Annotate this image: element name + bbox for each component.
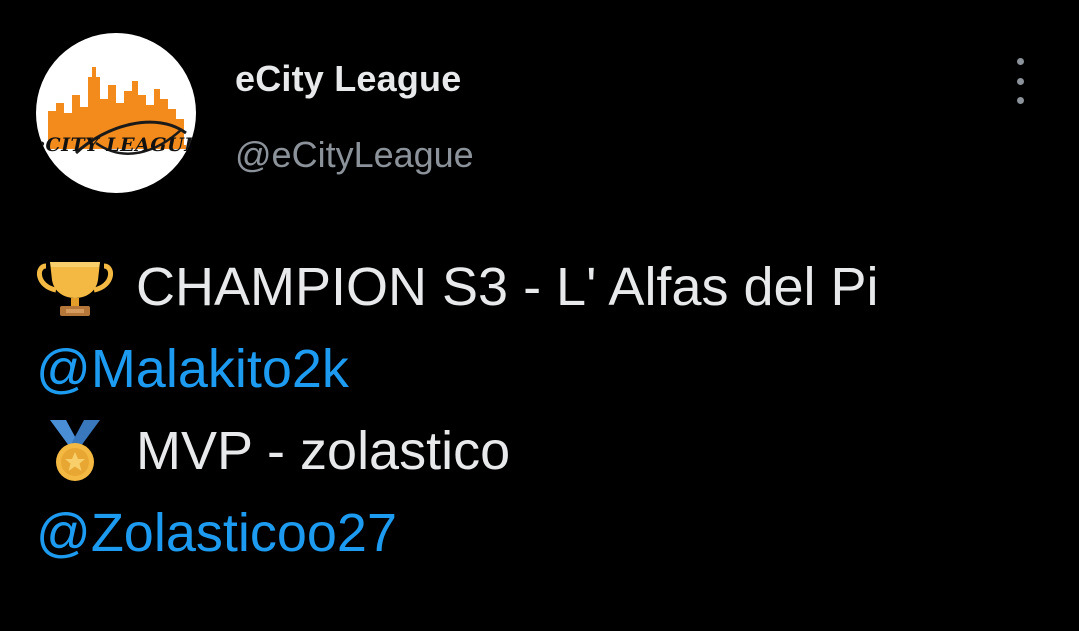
mention-link[interactable]: @Zolasticoo27 bbox=[36, 492, 397, 574]
more-dot bbox=[1016, 97, 1024, 104]
mvp-text: MVP - zolastico bbox=[136, 421, 511, 481]
tweet: eCITY LEAGUE eCity League @eCityLeague C… bbox=[0, 0, 1079, 631]
avatar[interactable]: eCITY LEAGUE bbox=[36, 33, 196, 193]
more-dot bbox=[1016, 58, 1024, 65]
more-dot bbox=[1016, 77, 1024, 85]
tweet-line-mvp: MVP - zolastico bbox=[36, 410, 1056, 492]
ecity-league-logo: eCITY LEAGUE bbox=[36, 67, 196, 156]
svg-text:eCITY LEAGUE: eCITY LEAGUE bbox=[36, 134, 196, 156]
tweet-line-mention-1: @Malakito2k bbox=[36, 328, 1056, 410]
display-name[interactable]: eCity League bbox=[235, 58, 461, 100]
account-handle[interactable]: @eCityLeague bbox=[235, 134, 474, 176]
champion-text: CHAMPION S3 - L' Alfas del Pi bbox=[136, 257, 879, 317]
tweet-line-champion: CHAMPION S3 - L' Alfas del Pi bbox=[36, 246, 1056, 328]
more-options-button[interactable] bbox=[1006, 58, 1034, 104]
trophy-icon bbox=[36, 256, 114, 318]
medal-icon bbox=[36, 420, 114, 482]
mention-link[interactable]: @Malakito2k bbox=[36, 328, 349, 410]
tweet-text: CHAMPION S3 - L' Alfas del Pi @Malakito2… bbox=[36, 246, 1056, 574]
tweet-line-mention-2: @Zolasticoo27 bbox=[36, 492, 1056, 574]
